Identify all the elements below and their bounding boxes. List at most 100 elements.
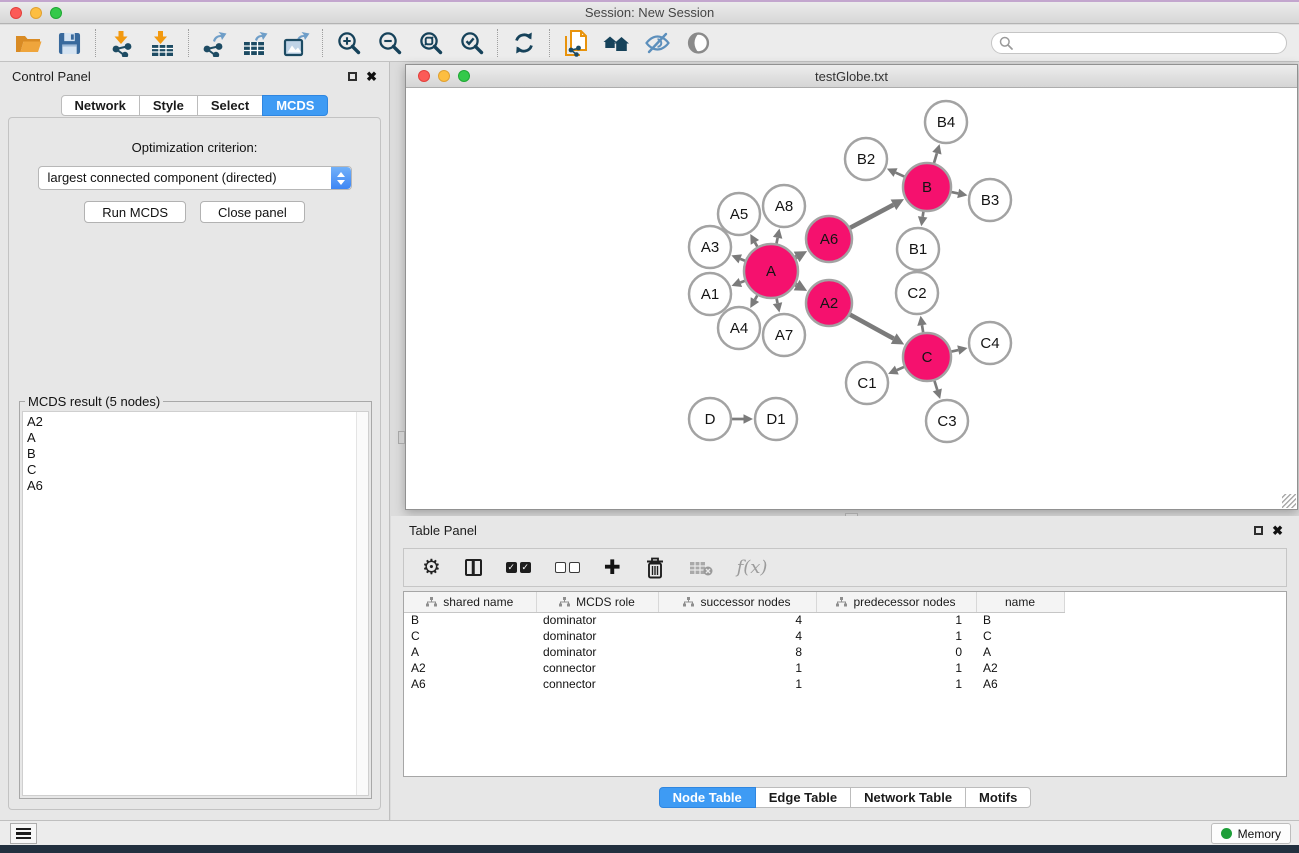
- column-header-successor-nodes[interactable]: successor nodes: [658, 592, 816, 612]
- table-cell[interactable]: 1: [816, 628, 976, 644]
- graph-node-A4[interactable]: A4: [718, 307, 760, 349]
- table-cell[interactable]: C: [404, 628, 536, 644]
- minimize-window-icon[interactable]: [30, 7, 42, 19]
- graph-edge-B-B1[interactable]: [923, 212, 924, 217]
- close-table-panel-icon[interactable]: ✖: [1272, 524, 1283, 537]
- table-cell[interactable]: connector: [536, 676, 658, 692]
- graph-edge-A-A5[interactable]: [755, 242, 757, 246]
- zoom-in-button[interactable]: [328, 27, 369, 59]
- graph-node-A6[interactable]: A6: [806, 216, 852, 262]
- graph-edge-A-A4[interactable]: [755, 295, 757, 299]
- table-cell[interactable]: B: [976, 612, 1064, 628]
- graph-edge-C-C1[interactable]: [897, 367, 904, 370]
- table-cell[interactable]: B: [404, 612, 536, 628]
- column-header-predecessor-nodes[interactable]: predecessor nodes: [816, 592, 976, 612]
- graph-edge-A6-B[interactable]: [850, 205, 893, 228]
- graph-node-A1[interactable]: A1: [689, 273, 731, 315]
- table-cell[interactable]: A6: [404, 676, 536, 692]
- graph-edge-A-A8[interactable]: [776, 238, 777, 244]
- mcds-result-item[interactable]: A6: [27, 478, 368, 494]
- close-panel-button[interactable]: Close panel: [200, 201, 305, 223]
- graph-node-B[interactable]: B: [903, 163, 951, 211]
- graph-node-A2[interactable]: A2: [806, 280, 852, 326]
- float-table-panel-icon[interactable]: [1254, 526, 1263, 535]
- table-cell[interactable]: 4: [658, 628, 816, 644]
- home-button[interactable]: [596, 27, 637, 59]
- graph-edge-B-B4[interactable]: [934, 153, 937, 163]
- column-header-shared-name[interactable]: shared name: [404, 592, 536, 612]
- close-network-icon[interactable]: [418, 70, 430, 82]
- table-cell[interactable]: A2: [976, 660, 1064, 676]
- table-cell[interactable]: dominator: [536, 644, 658, 660]
- graph-edge-B-B2[interactable]: [896, 173, 905, 177]
- graph-edge-C-C3[interactable]: [934, 381, 937, 390]
- tab-motifs[interactable]: Motifs: [965, 787, 1031, 808]
- export-network-button[interactable]: [194, 27, 235, 59]
- show-graphics-details-button[interactable]: [678, 27, 719, 59]
- tab-mcds[interactable]: MCDS: [262, 95, 328, 116]
- show-columns-icon[interactable]: [465, 559, 482, 576]
- graph-node-C3[interactable]: C3: [926, 400, 968, 442]
- table-cell[interactable]: dominator: [536, 612, 658, 628]
- add-column-icon[interactable]: ✚: [604, 558, 621, 578]
- open-session-button[interactable]: [8, 27, 49, 59]
- zoom-selected-button[interactable]: [451, 27, 492, 59]
- mcds-result-item[interactable]: A: [27, 430, 368, 446]
- table-cell[interactable]: 8: [658, 644, 816, 660]
- table-cell[interactable]: A2: [404, 660, 536, 676]
- search-input[interactable]: [991, 32, 1287, 54]
- graph-node-B1[interactable]: B1: [897, 228, 939, 270]
- tab-network[interactable]: Network: [61, 95, 140, 116]
- tab-network-table[interactable]: Network Table: [850, 787, 966, 808]
- table-cell[interactable]: 1: [816, 676, 976, 692]
- network-canvas[interactable]: B4B2BB3A5A8A6A3B1AA1C2A2A4A7CC4C1C3DD1: [406, 89, 1297, 509]
- task-history-button[interactable]: [10, 823, 37, 844]
- graph-node-D[interactable]: D: [689, 398, 731, 440]
- zoom-out-button[interactable]: [369, 27, 410, 59]
- delete-column-icon[interactable]: [645, 557, 665, 579]
- mcds-result-item[interactable]: A2: [27, 414, 368, 430]
- network-window-titlebar[interactable]: testGlobe.txt: [406, 65, 1297, 88]
- resize-grip-icon[interactable]: [1282, 494, 1296, 508]
- vertical-scroll-thumb[interactable]: [398, 431, 405, 444]
- table-row[interactable]: A6connector11A6: [404, 676, 1286, 692]
- refresh-view-button[interactable]: [503, 27, 544, 59]
- close-window-icon[interactable]: [10, 7, 22, 19]
- table-cell[interactable]: 1: [658, 676, 816, 692]
- hide-graphics-details-button[interactable]: [637, 27, 678, 59]
- graph-edge-A-A1[interactable]: [740, 281, 744, 283]
- tab-edge-table[interactable]: Edge Table: [755, 787, 851, 808]
- graph-edge-B-B3[interactable]: [951, 192, 958, 193]
- graph-node-B3[interactable]: B3: [969, 179, 1011, 221]
- zoom-network-icon[interactable]: [458, 70, 470, 82]
- table-cell[interactable]: 1: [816, 660, 976, 676]
- zoom-window-icon[interactable]: [50, 7, 62, 19]
- graph-edge-C-C4[interactable]: [951, 350, 958, 352]
- graph-node-A3[interactable]: A3: [689, 226, 731, 268]
- table-cell[interactable]: 1: [816, 612, 976, 628]
- table-row[interactable]: Adominator80A: [404, 644, 1286, 660]
- table-cell[interactable]: 1: [658, 660, 816, 676]
- mcds-result-list[interactable]: A2ABCA6: [22, 411, 369, 796]
- table-cell[interactable]: A: [404, 644, 536, 660]
- save-session-button[interactable]: [49, 27, 90, 59]
- graph-edge-A-A7[interactable]: [777, 298, 778, 303]
- column-header-name[interactable]: name: [976, 592, 1064, 612]
- import-table-button[interactable]: [142, 27, 183, 59]
- close-panel-icon[interactable]: ✖: [366, 70, 377, 83]
- network-graph[interactable]: B4B2BB3A5A8A6A3B1AA1C2A2A4A7CC4C1C3DD1: [406, 89, 1297, 509]
- graph-node-A[interactable]: A: [744, 244, 798, 298]
- deselect-all-columns-icon[interactable]: [555, 562, 580, 573]
- graph-node-A5[interactable]: A5: [718, 193, 760, 235]
- graph-node-B2[interactable]: B2: [845, 138, 887, 180]
- table-row[interactable]: Bdominator41B: [404, 612, 1286, 628]
- export-image-button[interactable]: [276, 27, 317, 59]
- mcds-result-item[interactable]: C: [27, 462, 368, 478]
- tab-node-table[interactable]: Node Table: [659, 787, 756, 808]
- table-cell[interactable]: 0: [816, 644, 976, 660]
- export-table-button[interactable]: [235, 27, 276, 59]
- tab-select[interactable]: Select: [197, 95, 263, 116]
- graph-edge-A-A3[interactable]: [740, 259, 745, 261]
- graph-edge-A2-C[interactable]: [850, 315, 894, 339]
- graph-node-C2[interactable]: C2: [896, 272, 938, 314]
